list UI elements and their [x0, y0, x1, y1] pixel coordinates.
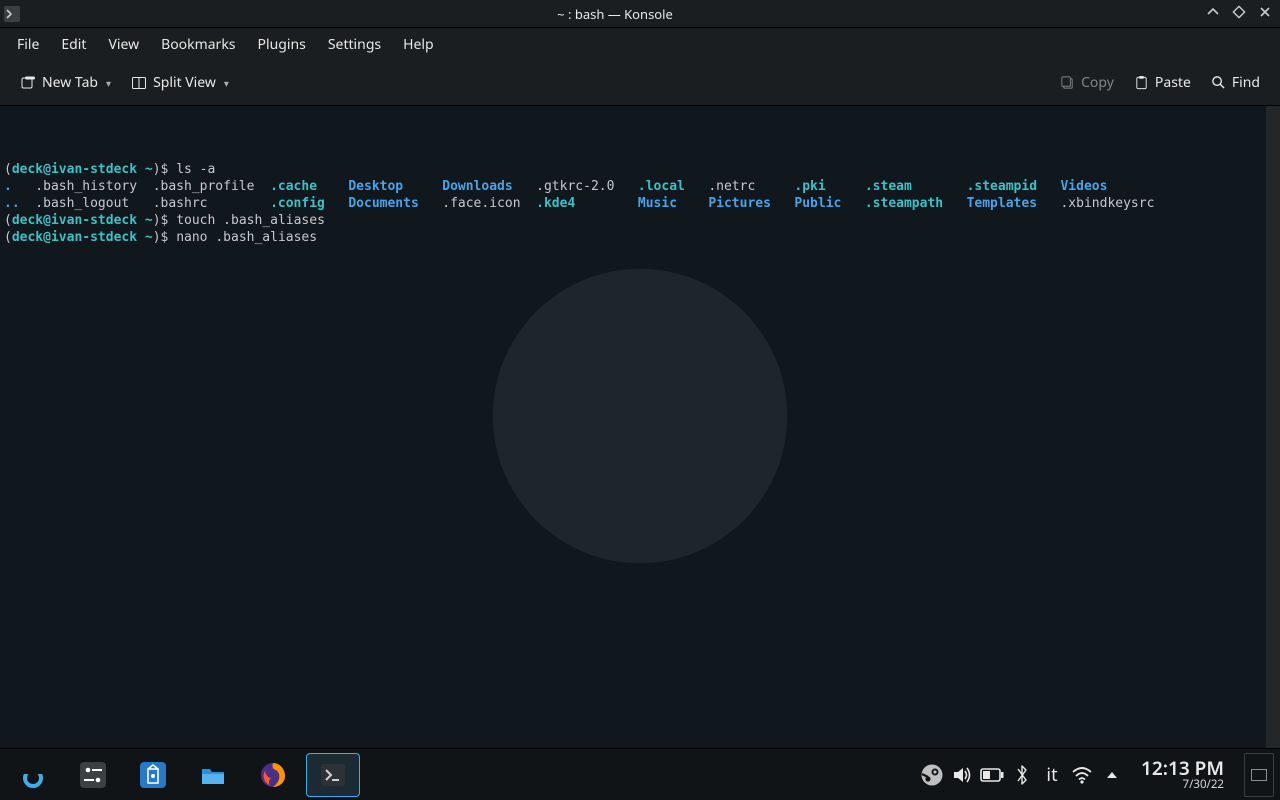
- clock-time: 12:13 PM: [1141, 758, 1224, 779]
- copy-label: Copy: [1081, 73, 1114, 92]
- tray-expand-arrow[interactable]: [1097, 753, 1127, 797]
- launcher-konsole[interactable]: [306, 753, 360, 797]
- find-button[interactable]: Find: [1201, 67, 1270, 98]
- tray-clock[interactable]: 12:13 PM 7/30/22: [1133, 758, 1232, 792]
- menu-help[interactable]: Help: [392, 31, 445, 58]
- find-label: Find: [1232, 73, 1260, 92]
- tray-battery-icon[interactable]: [977, 753, 1007, 797]
- terminal-content: (deck@ivan-stdeck ~)$ ls -a..bash_histor…: [4, 161, 1276, 246]
- system-tray: it: [917, 753, 1127, 797]
- menu-settings[interactable]: Settings: [317, 31, 392, 58]
- menu-edit[interactable]: Edit: [50, 31, 97, 58]
- tray-bluetooth-icon[interactable]: [1007, 753, 1037, 797]
- menu-bar: File Edit View Bookmarks Plugins Setting…: [0, 28, 1280, 60]
- copy-button: Copy: [1050, 67, 1124, 98]
- tray-volume-icon[interactable]: [947, 753, 977, 797]
- launcher-dolphin[interactable]: [186, 753, 240, 797]
- chevron-down-icon[interactable]: ▾: [106, 76, 111, 90]
- tray-keyboard-layout[interactable]: it: [1037, 753, 1067, 797]
- paste-button[interactable]: Paste: [1124, 67, 1201, 98]
- clock-date: 7/30/22: [1141, 779, 1224, 792]
- tray-wifi-icon[interactable]: [1067, 753, 1097, 797]
- launcher-start[interactable]: [6, 753, 60, 797]
- toolbar: New Tab ▾ Split View ▾ Copy Paste Find: [0, 60, 1280, 106]
- split-view-button[interactable]: Split View ▾: [121, 67, 239, 98]
- new-tab-label: New Tab: [42, 73, 98, 92]
- launcher-discover[interactable]: [126, 753, 180, 797]
- tray-steam-icon[interactable]: [917, 753, 947, 797]
- menu-plugins[interactable]: Plugins: [247, 31, 317, 58]
- new-tab-button[interactable]: New Tab ▾: [10, 67, 121, 98]
- terminal-scrollbar[interactable]: [1266, 106, 1280, 748]
- show-desktop-button[interactable]: [1244, 753, 1274, 797]
- menu-view[interactable]: View: [97, 31, 150, 58]
- chevron-down-icon[interactable]: ▾: [224, 76, 229, 90]
- minimize-button[interactable]: [1206, 5, 1220, 23]
- window-title: ~ : bash — Konsole: [24, 5, 1206, 23]
- launcher-settings[interactable]: [66, 753, 120, 797]
- copy-icon: [1060, 75, 1075, 90]
- menu-file[interactable]: File: [6, 31, 50, 58]
- new-tab-icon: [20, 75, 36, 91]
- taskbar: it 12:13 PM 7/30/22: [0, 748, 1280, 800]
- launcher-firefox[interactable]: [246, 753, 300, 797]
- find-icon: [1211, 75, 1226, 90]
- terminal-viewport[interactable]: (deck@ivan-stdeck ~)$ ls -a..bash_histor…: [0, 106, 1280, 748]
- paste-icon: [1134, 75, 1149, 90]
- steamdeck-watermark: [480, 256, 800, 576]
- app-icon: [0, 0, 24, 28]
- close-button[interactable]: [1258, 5, 1272, 23]
- paste-label: Paste: [1155, 73, 1191, 92]
- title-bar: ~ : bash — Konsole: [0, 0, 1280, 28]
- menu-bookmarks[interactable]: Bookmarks: [150, 31, 246, 58]
- split-view-label: Split View: [153, 73, 216, 92]
- split-view-icon: [131, 75, 147, 91]
- maximize-button[interactable]: [1232, 5, 1246, 23]
